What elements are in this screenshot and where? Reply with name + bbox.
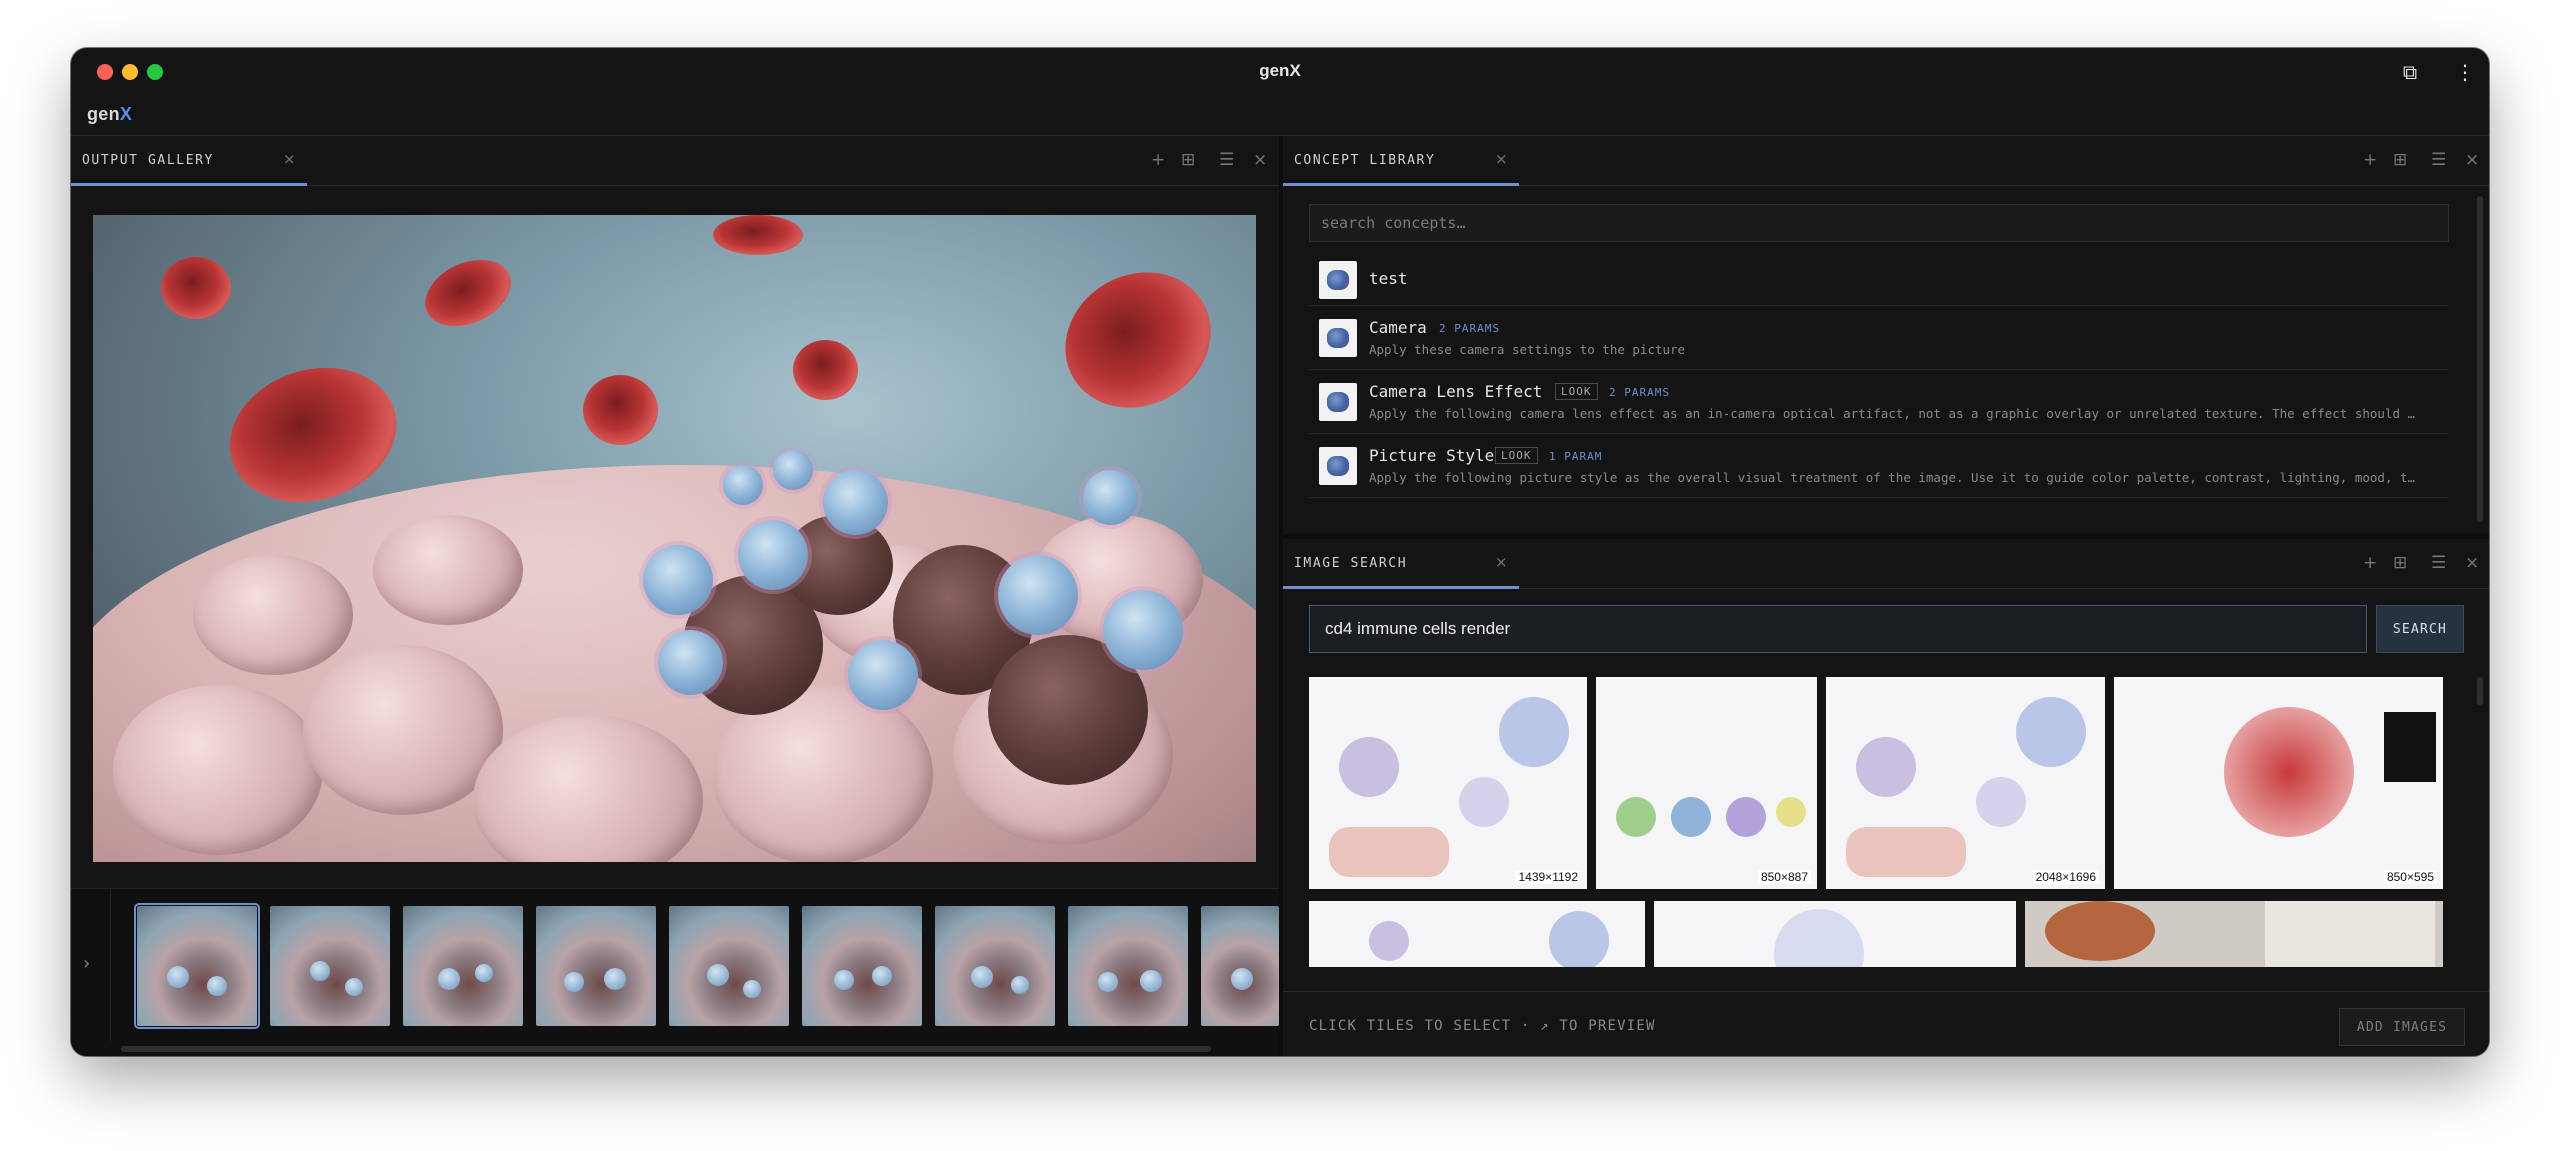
tab-label: OUTPUT GALLERY: [82, 153, 214, 168]
tile-dimensions: 2048×1696: [2032, 870, 2099, 884]
results-scrollbar[interactable]: [2477, 677, 2483, 705]
window-title: genX: [1259, 61, 1301, 80]
tile-dimensions: 1439×1192: [1515, 870, 1581, 884]
concept-description: Apply the following camera lens effect a…: [1369, 406, 2416, 421]
look-badge: LOOK: [1495, 447, 1538, 464]
concept-item-camera-lens-effect[interactable]: Camera Lens Effect LOOK 2 PARAMS Apply t…: [1309, 370, 2449, 434]
close-panel-icon[interactable]: ×: [1253, 150, 1267, 170]
params-badge: 1 PARAM: [1549, 450, 1603, 463]
panel-header: IMAGE SEARCH × + ⊞ ☰ ×: [1283, 539, 2489, 589]
concept-item-picture-style[interactable]: Picture Style LOOK 1 PARAM Apply the fol…: [1309, 434, 2449, 498]
close-tab-icon[interactable]: ×: [283, 150, 296, 168]
concept-name: Camera: [1369, 318, 1427, 337]
result-tile-7[interactable]: [2025, 901, 2443, 967]
result-tile-1[interactable]: 1439×1192: [1309, 677, 1587, 889]
add-panel-icon[interactable]: +: [2363, 553, 2377, 573]
tile-dimensions: 850×595: [2383, 870, 2437, 884]
look-badge: LOOK: [1555, 383, 1598, 400]
thumbnail-8[interactable]: [1068, 906, 1188, 1026]
thumbnail-6[interactable]: [802, 906, 922, 1026]
output-gallery-panel: OUTPUT GALLERY × + ⊞ ☰ × ›: [71, 136, 1279, 1056]
panel-menu-icon[interactable]: ☰: [2431, 150, 2446, 170]
params-badge: 2 PARAMS: [1609, 386, 1670, 399]
extensions-icon[interactable]: ⧉: [2397, 59, 2423, 85]
split-layout-icon[interactable]: ⊞: [2393, 553, 2407, 573]
image-search-footer: CLICK TILES TO SELECT · ↗ TO PREVIEW ADD…: [1283, 991, 2489, 1056]
title-bar: genX ⧉ ⋮: [71, 48, 2489, 96]
panel-menu-icon[interactable]: ☰: [1219, 150, 1234, 170]
concept-scrollbar[interactable]: [2477, 196, 2483, 522]
thumbnail-1[interactable]: [134, 903, 260, 1029]
tab-concept-library[interactable]: CONCEPT LIBRARY ×: [1283, 136, 1519, 186]
concept-description: Apply these camera settings to the pictu…: [1369, 342, 1686, 357]
split-layout-icon[interactable]: ⊞: [2393, 150, 2407, 170]
close-tab-icon[interactable]: ×: [1495, 553, 1508, 571]
main-preview-image[interactable]: [93, 215, 1256, 862]
concept-thumbnail: [1319, 383, 1357, 421]
tab-output-gallery[interactable]: OUTPUT GALLERY ×: [71, 136, 307, 186]
image-search-panel: IMAGE SEARCH × + ⊞ ☰ × SEARCH 1439×1192: [1283, 539, 2489, 1056]
thumbnail-9[interactable]: [1201, 906, 1279, 1026]
concept-library-panel: CONCEPT LIBRARY × + ⊞ ☰ × test Camera 2 …: [1283, 136, 2489, 534]
brand-bar: genX: [71, 96, 2489, 136]
concept-thumbnail: [1319, 261, 1357, 299]
panel-menu-icon[interactable]: ☰: [2431, 553, 2446, 573]
chevron-right-icon: ›: [83, 953, 91, 974]
concept-search-input[interactable]: [1310, 205, 2448, 241]
result-tile-3[interactable]: 2048×1696: [1826, 677, 2105, 889]
image-search-box: [1309, 605, 2367, 653]
search-results-grid: 1439×1192 850×887 2048×1696 850×595: [1309, 677, 2449, 967]
thumbnail-4[interactable]: [536, 906, 656, 1026]
selection-hint: CLICK TILES TO SELECT · ↗ TO PREVIEW: [1309, 1018, 1656, 1034]
result-tile-2[interactable]: 850×887: [1596, 677, 1817, 889]
params-badge: 2 PARAMS: [1439, 322, 1500, 335]
tab-label: CONCEPT LIBRARY: [1294, 153, 1436, 168]
add-panel-icon[interactable]: +: [2363, 150, 2377, 170]
result-tile-5[interactable]: [1309, 901, 1645, 967]
app-window: genX ⧉ ⋮ genX OUTPUT GALLERY × + ⊞ ☰ × ›…: [71, 48, 2489, 1056]
concept-thumbnail: [1319, 447, 1357, 485]
image-search-input[interactable]: [1310, 606, 2366, 652]
close-panel-icon[interactable]: ×: [2465, 150, 2479, 170]
result-tile-6[interactable]: [1654, 901, 2016, 967]
tab-label: IMAGE SEARCH: [1294, 556, 1408, 571]
thumbnail-7[interactable]: [935, 906, 1055, 1026]
result-tile-4[interactable]: 850×595: [2114, 677, 2443, 889]
thumbnail-strip: ›: [71, 888, 1279, 1056]
add-panel-icon[interactable]: +: [1151, 150, 1165, 170]
search-button[interactable]: SEARCH: [2376, 605, 2464, 653]
concept-name: Camera Lens Effect: [1369, 382, 1543, 401]
concept-search-box: [1309, 204, 2449, 242]
app-logo: genX: [87, 104, 133, 124]
thumbnail-3[interactable]: [403, 906, 523, 1026]
panel-actions: + ⊞ ☰ ×: [2363, 539, 2489, 589]
close-tab-icon[interactable]: ×: [1495, 150, 1508, 168]
tile-dimensions: 850×887: [1757, 870, 1811, 884]
panel-actions: + ⊞ ☰ ×: [2363, 136, 2489, 186]
thumbnail-2[interactable]: [270, 906, 390, 1026]
thumbnail-5[interactable]: [669, 906, 789, 1026]
concept-name: Picture Style: [1369, 446, 1495, 465]
panel-header: CONCEPT LIBRARY × + ⊞ ☰ ×: [1283, 136, 2489, 186]
tab-image-search[interactable]: IMAGE SEARCH ×: [1283, 539, 1519, 589]
close-panel-icon[interactable]: ×: [2465, 553, 2479, 573]
add-images-button[interactable]: ADD IMAGES: [2339, 1008, 2465, 1046]
filmstrip-scrollbar[interactable]: [121, 1046, 1211, 1052]
split-layout-icon[interactable]: ⊞: [1181, 150, 1195, 170]
panel-actions: + ⊞ ☰ ×: [1151, 136, 1279, 186]
panel-header: OUTPUT GALLERY × + ⊞ ☰ ×: [71, 136, 1279, 186]
concept-item-camera[interactable]: Camera 2 PARAMS Apply these camera setti…: [1309, 306, 2449, 370]
concept-name: test: [1369, 269, 1408, 288]
concept-thumbnail: [1319, 319, 1357, 357]
concept-description: Apply the following picture style as the…: [1369, 470, 2416, 485]
more-menu-icon[interactable]: ⋮: [2452, 59, 2478, 85]
strip-toggle-button[interactable]: ›: [71, 889, 111, 1041]
concept-item-test[interactable]: test: [1309, 254, 2449, 306]
